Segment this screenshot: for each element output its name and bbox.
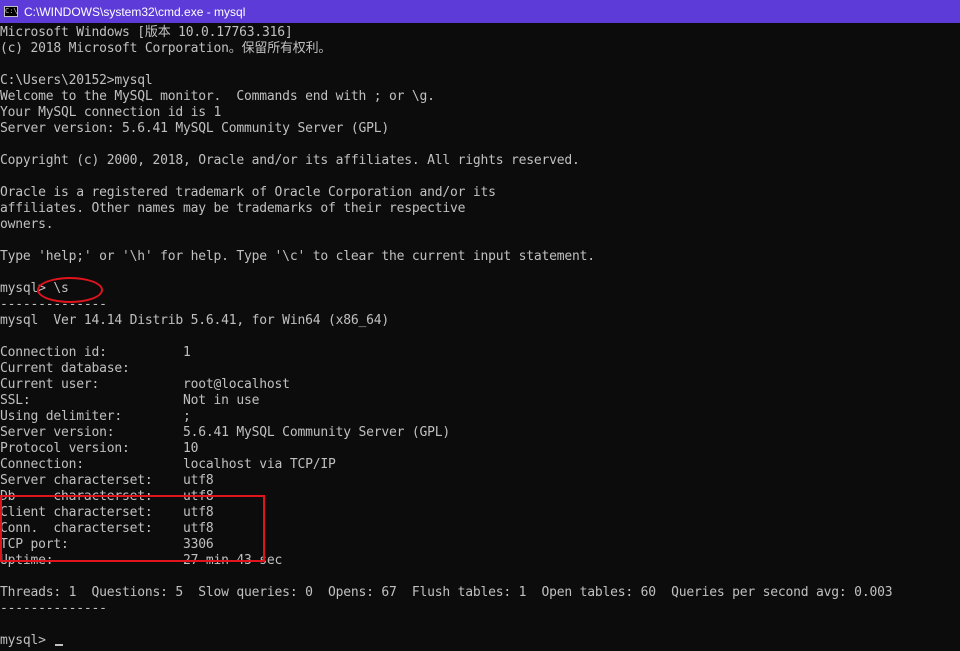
cmd-icon: C:\ xyxy=(4,6,18,17)
console-line: Server version: 5.6.41 MySQL Community S… xyxy=(0,121,389,137)
console-line-text: C:\Users\20152>mysql xyxy=(0,73,153,88)
console-line-text: Copyright (c) 2000, 2018, Oracle and/or … xyxy=(0,153,580,168)
title-bar[interactable]: C:\ C:\WINDOWS\system32\cmd.exe - mysql xyxy=(0,0,960,23)
console-line: Oracle is a registered trademark of Orac… xyxy=(0,185,496,201)
console-line: affiliates. Other names may be trademark… xyxy=(0,201,465,217)
console-line-text: Server version: 5.6.41 MySQL Community S… xyxy=(0,121,389,136)
console-line: Using delimiter: ; xyxy=(0,409,191,425)
console-line: -------------- xyxy=(0,601,107,617)
console-line: Server characterset: utf8 xyxy=(0,473,214,489)
console-line: Your MySQL connection id is 1 xyxy=(0,105,221,121)
console-line-text: -------------- xyxy=(0,601,107,616)
console-line-text: Current database: xyxy=(0,361,130,376)
console-line: Threads: 1 Questions: 5 Slow queries: 0 … xyxy=(0,585,893,601)
console-line: mysql Ver 14.14 Distrib 5.6.41, for Win6… xyxy=(0,313,389,329)
console-line-text: Your MySQL connection id is 1 xyxy=(0,105,222,120)
console-line: Current database: xyxy=(0,361,130,377)
console-line-text: mysql> xyxy=(0,633,54,648)
console-line: Connection: localhost via TCP/IP xyxy=(0,457,336,473)
console-line: SSL: Not in use xyxy=(0,393,260,409)
console-line-text: Using delimiter: ; xyxy=(0,409,191,424)
console-line-text: mysql Ver 14.14 Distrib 5.6.41, for Win6… xyxy=(0,313,389,328)
console-line: mysql> xyxy=(0,633,64,649)
console-line-text: Connection id: 1 xyxy=(0,345,191,360)
console-line-text: Server characterset: utf8 xyxy=(0,473,214,488)
console-line: Server version: 5.6.41 MySQL Community S… xyxy=(0,425,450,441)
console-line: C:\Users\20152>mysql xyxy=(0,73,153,89)
console-line: Connection id: 1 xyxy=(0,345,191,361)
console-line-text: owners. xyxy=(0,217,54,232)
console-line: Type 'help;' or '\h' for help. Type '\c'… xyxy=(0,249,595,265)
console-output[interactable]: Microsoft Windows [版本 10.0.17763.316] (c)… xyxy=(0,23,960,651)
console-line-text: Connection: localhost via TCP/IP xyxy=(0,457,336,472)
console-line: Protocol version: 10 xyxy=(0,441,198,457)
console-line: owners. xyxy=(0,217,54,233)
annotation-box xyxy=(0,495,265,562)
annotation-ellipse xyxy=(37,277,103,303)
console-line-text: Microsoft Windows [版本 10.0.17763.316] xyxy=(0,25,293,40)
text-cursor xyxy=(55,644,64,646)
console-line: Microsoft Windows [版本 10.0.17763.316] xyxy=(0,25,293,41)
console-line-text: Oracle is a registered trademark of Orac… xyxy=(0,185,496,200)
console-line: (c) 2018 Microsoft Corporation。保留所有权利。 xyxy=(0,41,331,57)
console-line: Copyright (c) 2000, 2018, Oracle and/or … xyxy=(0,153,580,169)
console-line: Welcome to the MySQL monitor. Commands e… xyxy=(0,89,435,105)
console-line-text: Threads: 1 Questions: 5 Slow queries: 0 … xyxy=(0,585,893,600)
console-line-text: SSL: Not in use xyxy=(0,393,260,408)
console-line-text: (c) 2018 Microsoft Corporation。保留所有权利。 xyxy=(0,41,332,56)
window-title: C:\WINDOWS\system32\cmd.exe - mysql xyxy=(24,4,246,19)
console-line-text: Type 'help;' or '\h' for help. Type '\c'… xyxy=(0,249,595,264)
console-line-text: Protocol version: 10 xyxy=(0,441,199,456)
console-line: Current user: root@localhost xyxy=(0,377,290,393)
console-line-text: Welcome to the MySQL monitor. Commands e… xyxy=(0,89,435,104)
console-line-text: Server version: 5.6.41 MySQL Community S… xyxy=(0,425,450,440)
console-line-text: Current user: root@localhost xyxy=(0,377,290,392)
console-line-text: affiliates. Other names may be trademark… xyxy=(0,201,466,216)
